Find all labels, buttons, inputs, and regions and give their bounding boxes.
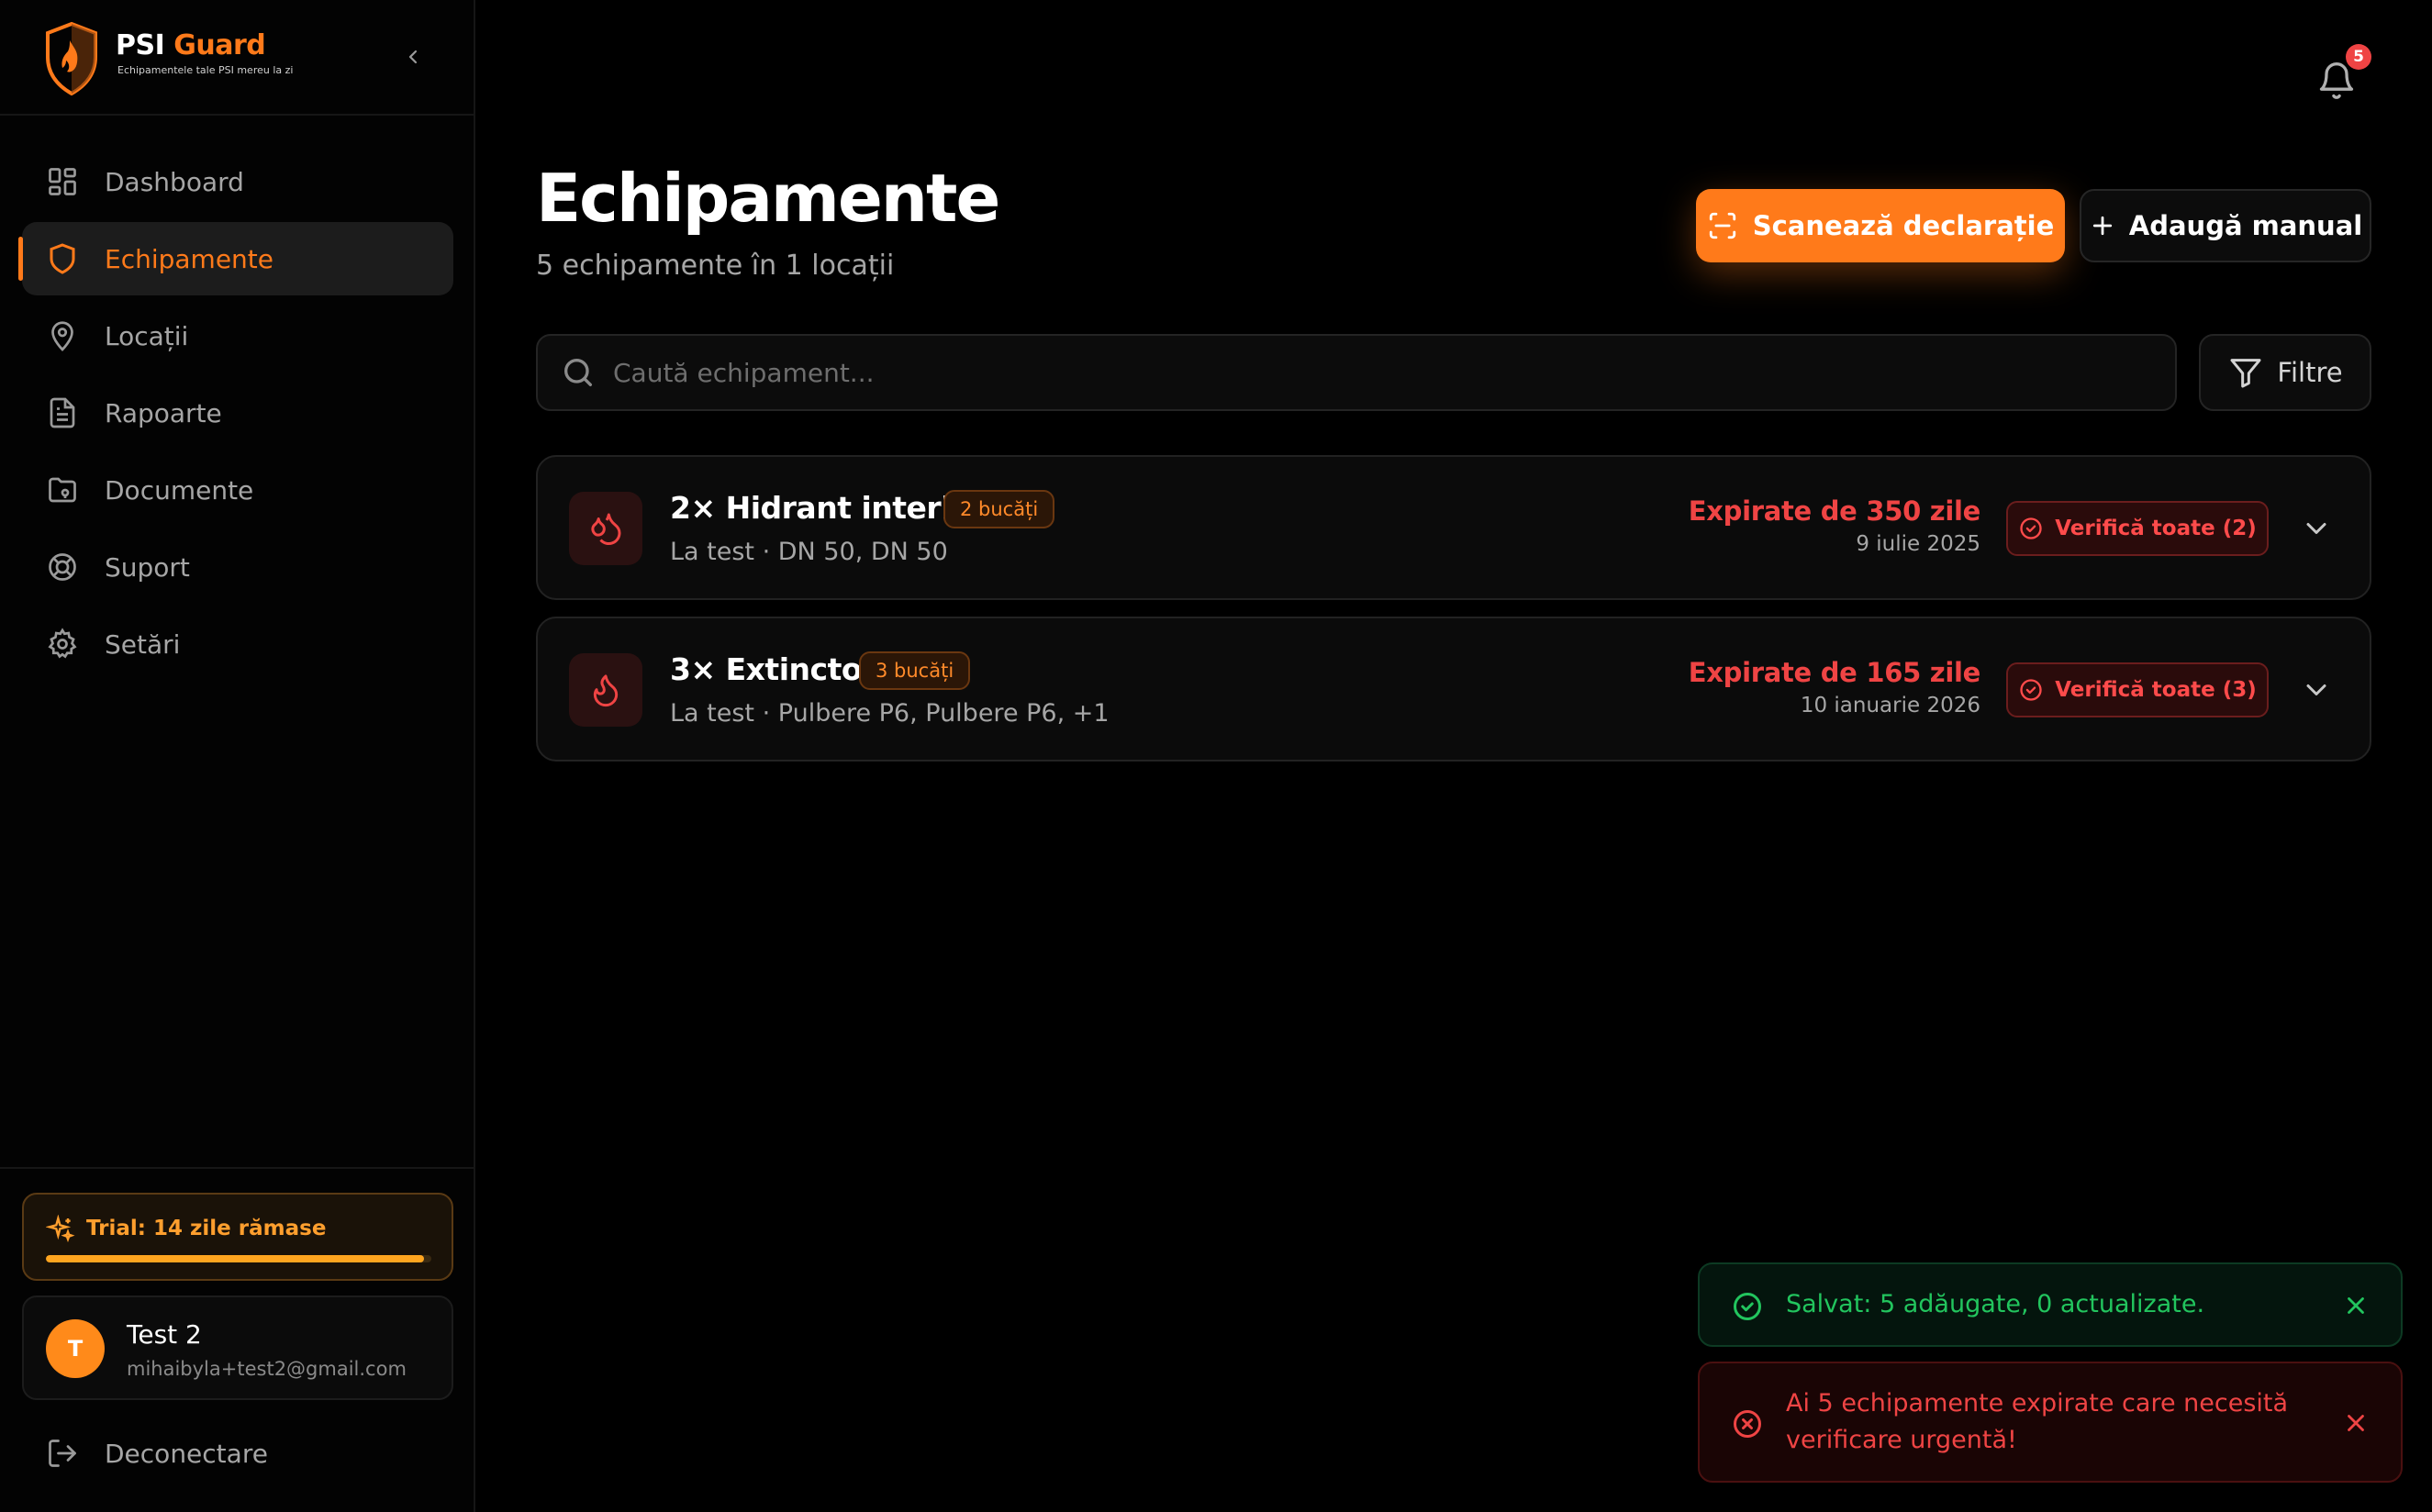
sidebar-item-locatii[interactable]: Locații (22, 299, 453, 372)
life-buoy-icon (44, 549, 81, 585)
sidebar: PSI Guard Echipamentele tale PSI mereu l… (0, 0, 475, 1512)
expiry-date: 10 ianuarie 2026 (1800, 694, 1980, 717)
dashboard-icon (44, 163, 81, 200)
sidebar-item-label: Echipamente (105, 243, 273, 274)
psi-guard-logo (46, 21, 97, 96)
brand-tagline: Echipamentele tale PSI mereu la zi (117, 64, 294, 76)
success-toast: Salvat: 5 adăugate, 0 actualizate. (1698, 1262, 2403, 1347)
equipment-title: 2× Hidrant interior (670, 490, 986, 526)
scan-declaration-button[interactable]: Scanează declarație (1696, 189, 2065, 262)
verify-all-button[interactable]: Verifică toate (3) (2006, 662, 2269, 717)
shield-icon (44, 240, 81, 277)
logout-button[interactable]: Deconectare (22, 1417, 453, 1490)
search-input[interactable] (613, 336, 2155, 409)
scan-button-label: Scanează declarație (1752, 210, 2055, 241)
sidebar-item-label: Documente (105, 474, 254, 506)
trial-progress-fill (46, 1255, 424, 1262)
sidebar-item-label: Dashboard (105, 166, 244, 197)
filter-icon (2230, 359, 2261, 388)
page-subtitle: 5 echipamente în 1 locații (536, 250, 895, 282)
verify-label: Verifică toate (2) (2055, 517, 2257, 540)
sidebar-item-label: Setări (105, 628, 181, 660)
expiry-status: Expirate de 165 zile (1688, 657, 1981, 688)
search-icon (564, 359, 592, 386)
error-toast: Ai 5 echipamente expirate care necesită … (1698, 1362, 2403, 1483)
sidebar-item-label: Locații (105, 320, 189, 351)
logout-label: Deconectare (105, 1438, 268, 1469)
check-circle-icon (1734, 1293, 1761, 1320)
sidebar-item-echipamente[interactable]: Echipamente (18, 222, 453, 295)
folder-icon (44, 472, 81, 508)
expiry-date: 9 iulie 2025 (1856, 532, 1980, 556)
sidebar-item-label: Rapoarte (105, 397, 222, 428)
trial-label: Trial: 14 zile rămase (86, 1217, 327, 1240)
close-icon[interactable] (2342, 1292, 2370, 1319)
filter-button-label: Filtre (2277, 357, 2343, 388)
verify-all-button[interactable]: Verifică toate (2) (2006, 501, 2269, 556)
sidebar-nav: Dashboard Echipamente Locații Rapoarte D… (18, 145, 453, 684)
verify-label: Verifică toate (3) (2055, 678, 2257, 702)
chevron-left-icon (408, 50, 418, 64)
page-title: Echipamente (536, 160, 1000, 237)
success-toast-message: Salvat: 5 adăugate, 0 actualizate. (1786, 1290, 2205, 1318)
chevron-down-icon[interactable] (2300, 673, 2333, 706)
file-text-icon (44, 395, 81, 431)
scan-icon (1709, 212, 1735, 239)
error-toast-message: Ai 5 echipamente expirate care necesită … (1786, 1389, 2289, 1454)
logout-icon (44, 1435, 81, 1472)
check-circle-icon (2020, 517, 2042, 539)
map-pin-icon (44, 317, 81, 354)
sidebar-item-rapoarte[interactable]: Rapoarte (22, 376, 453, 450)
expiry-status: Expirate de 350 zile (1688, 495, 1981, 527)
check-circle-icon (2020, 679, 2042, 701)
x-circle-icon (1734, 1410, 1761, 1438)
sidebar-item-setari[interactable]: Setări (22, 607, 453, 681)
sparkles-icon (46, 1215, 75, 1243)
user-name: Test 2 (127, 1319, 202, 1350)
add-button-label: Adaugă manual (2128, 210, 2363, 241)
equipment-subtitle: La test · Pulbere P6, Pulbere P6, +1 (670, 699, 1110, 728)
quantity-badge: 2 bucăți (943, 490, 1055, 528)
notification-badge: 5 (2346, 44, 2371, 70)
add-manual-button[interactable]: Adaugă manual (2080, 189, 2371, 262)
flame-icon (569, 653, 642, 727)
sidebar-item-suport[interactable]: Suport (22, 530, 453, 604)
sidebar-item-documente[interactable]: Documente (22, 453, 453, 527)
user-card[interactable]: T Test 2 mihaibyla+test2@gmail.com (22, 1295, 453, 1400)
sidebar-item-label: Suport (105, 551, 190, 583)
avatar: T (46, 1319, 105, 1378)
collapse-sidebar-button[interactable] (398, 42, 428, 72)
equipment-title: 3× Extinctor (670, 651, 876, 687)
equipment-card[interactable]: 3× Extinctor 3 bucăți La test · Pulbere … (536, 617, 2371, 762)
expiry-info: Expirate de 165 zile 10 ianuarie 2026 (1688, 657, 1981, 717)
brand-header: PSI Guard Echipamentele tale PSI mereu l… (0, 0, 475, 116)
equipment-subtitle: La test · DN 50, DN 50 (670, 538, 948, 566)
search-box (536, 334, 2177, 411)
trial-banner[interactable]: Trial: 14 zile rămase (22, 1193, 453, 1281)
chevron-down-icon[interactable] (2300, 512, 2333, 545)
brand-name: PSI Guard (116, 29, 266, 61)
plus-icon (2092, 216, 2112, 236)
quantity-badge: 3 bucăți (859, 651, 971, 690)
user-email: mihaibyla+test2@gmail.com (127, 1358, 407, 1380)
droplets-icon (569, 492, 642, 565)
equipment-card[interactable]: 2× Hidrant interior 2 bucăți La test · D… (536, 455, 2371, 600)
sidebar-item-dashboard[interactable]: Dashboard (22, 145, 453, 218)
gear-icon (44, 626, 81, 662)
trial-progress-bar (46, 1255, 431, 1262)
filter-button[interactable]: Filtre (2199, 334, 2371, 411)
close-icon[interactable] (2342, 1409, 2370, 1437)
expiry-info: Expirate de 350 zile 9 iulie 2025 (1688, 495, 1981, 556)
divider (0, 1167, 475, 1169)
